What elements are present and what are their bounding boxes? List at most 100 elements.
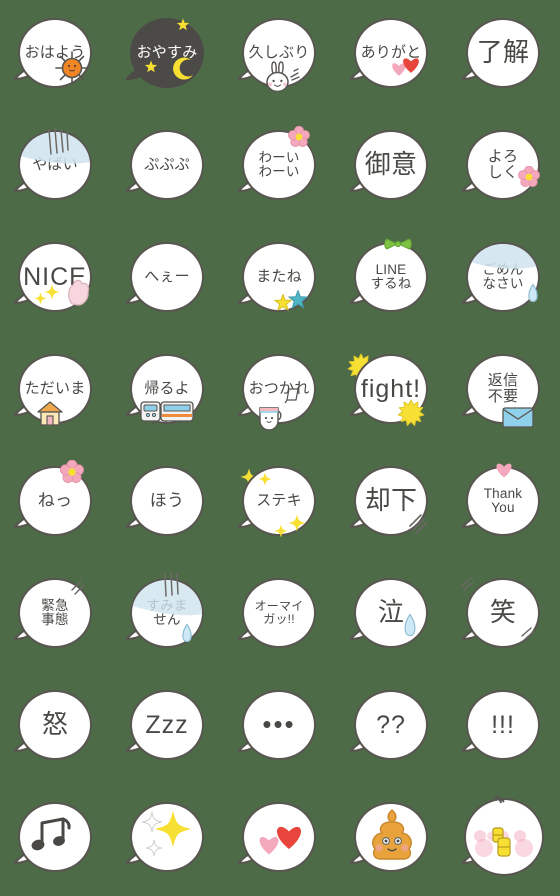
sticker-cell-tadaima[interactable]: ただいま bbox=[0, 336, 112, 448]
sticker-question[interactable]: ?? bbox=[344, 680, 440, 776]
sticker-tadaima[interactable]: ただいま bbox=[8, 344, 104, 440]
sticker-cell-otsukare[interactable]: おつかれ bbox=[224, 336, 336, 448]
sticker-cell-warai[interactable]: 笑 bbox=[448, 560, 560, 672]
sticker-label: おやすみ bbox=[136, 44, 198, 62]
sticker-gyoi[interactable]: 御意 bbox=[344, 120, 440, 216]
sticker-cell-question[interactable]: ?? bbox=[336, 672, 448, 784]
sticker-oyasumi[interactable]: おやすみ bbox=[120, 8, 216, 104]
sticker-suteki[interactable]: ステキ bbox=[232, 456, 328, 552]
sticker-cell-music[interactable] bbox=[0, 784, 112, 896]
sticker-cell-pupupu[interactable]: ぷぷぷ bbox=[112, 112, 224, 224]
sticker-cell-ikari[interactable]: 怒 bbox=[0, 672, 112, 784]
sticker-exclaim[interactable]: !!! bbox=[456, 680, 552, 776]
sticker-cell-ohmygah[interactable]: オーマイ ガッ!! bbox=[224, 560, 336, 672]
sticker-cell-suteki[interactable]: ステキ bbox=[224, 448, 336, 560]
sticker-cell-oyasumi[interactable]: おやすみ bbox=[112, 0, 224, 112]
sticker-yoroshiku[interactable]: よろ しく bbox=[456, 120, 552, 216]
sticker-arigato[interactable]: ありがと bbox=[344, 8, 440, 104]
sticker-cell-yoroshiku[interactable]: よろ しく bbox=[448, 112, 560, 224]
sticker-cell-nice[interactable]: NICE bbox=[0, 224, 112, 336]
sticker-hee[interactable]: へぇー bbox=[120, 232, 216, 328]
sticker-cell-line-suru[interactable]: LINE するね bbox=[336, 224, 448, 336]
sticker-pupupu[interactable]: ぷぷぷ bbox=[120, 120, 216, 216]
speech-bubble: 帰るよ bbox=[130, 354, 204, 424]
sticker-cell-ne[interactable]: ねっ bbox=[0, 448, 112, 560]
sticker-cell-gomennasai[interactable]: ごめん なさい bbox=[448, 224, 560, 336]
sticker-cell-hee[interactable]: へぇー bbox=[112, 224, 224, 336]
sticker-cell-poop[interactable] bbox=[336, 784, 448, 896]
speech-bubble: !!! bbox=[466, 690, 540, 760]
speech-bubble: 了解 bbox=[466, 18, 540, 88]
sticker-cell-kinkyu[interactable]: 緊急 事態 bbox=[0, 560, 112, 672]
sticker-cell-hearts[interactable] bbox=[224, 784, 336, 896]
sticker-ohayou[interactable]: おはよう bbox=[8, 8, 104, 104]
sticker-ryoukai[interactable]: 了解 bbox=[456, 8, 552, 104]
sticker-thankyou[interactable]: Thank You bbox=[456, 456, 552, 552]
sticker-cell-ryoukai[interactable]: 了解 bbox=[448, 0, 560, 112]
sticker-kyakka[interactable]: 却下 bbox=[344, 456, 440, 552]
sticker-poop[interactable] bbox=[344, 792, 440, 888]
sticker-hisashiburi[interactable]: 久しぶり bbox=[232, 8, 328, 104]
sticker-label: ねっ bbox=[37, 490, 73, 510]
sticker-fight[interactable]: fight! bbox=[344, 344, 440, 440]
sticker-chick[interactable] bbox=[456, 792, 552, 888]
sticker-nice[interactable]: NICE bbox=[8, 232, 104, 328]
sticker-cell-ohayou[interactable]: おはよう bbox=[0, 0, 112, 112]
sticker-cell-waai[interactable]: わーい わーい bbox=[224, 112, 336, 224]
hatch-lines-icon bbox=[70, 578, 88, 603]
sticker-cell-thankyou[interactable]: Thank You bbox=[448, 448, 560, 560]
sticker-otsukare[interactable]: おつかれ bbox=[232, 344, 328, 440]
sticker-waai[interactable]: わーい わーい bbox=[232, 120, 328, 216]
sticker-cell-arigato[interactable]: ありがと bbox=[336, 0, 448, 112]
sticker-cell-dots[interactable]: ••• bbox=[224, 672, 336, 784]
sticker-cell-hisashiburi[interactable]: 久しぶり bbox=[224, 0, 336, 112]
sticker-hou[interactable]: ほう bbox=[120, 456, 216, 552]
sticker-label: 御意 bbox=[364, 149, 418, 180]
speech-bubble: よろ しく bbox=[466, 130, 540, 200]
sticker-line-suru[interactable]: LINE するね bbox=[344, 232, 440, 328]
sticker-sparkle[interactable] bbox=[120, 792, 216, 888]
sticker-hearts[interactable] bbox=[232, 792, 328, 888]
sticker-yabai[interactable]: やばい bbox=[8, 120, 104, 216]
sticker-cell-sumimasen[interactable]: すみま せん bbox=[112, 560, 224, 672]
sticker-cell-chick[interactable] bbox=[448, 784, 560, 896]
sticker-music[interactable] bbox=[8, 792, 104, 888]
sticker-label: ありがと bbox=[360, 44, 422, 62]
sticker-cell-gyoi[interactable]: 御意 bbox=[336, 112, 448, 224]
speech-bubble: おはよう bbox=[18, 18, 92, 88]
speech-bubble bbox=[242, 802, 316, 872]
sticker-naki[interactable]: 泣 bbox=[344, 568, 440, 664]
sticker-cell-hou[interactable]: ほう bbox=[112, 448, 224, 560]
hatch-lines-icon bbox=[408, 512, 428, 539]
sticker-zzz[interactable]: Zzz bbox=[120, 680, 216, 776]
sticker-ne[interactable]: ねっ bbox=[8, 456, 104, 552]
sticker-kinkyu[interactable]: 緊急 事態 bbox=[8, 568, 104, 664]
sticker-cell-kyakka[interactable]: 却下 bbox=[336, 448, 448, 560]
sticker-cell-matane[interactable]: またね bbox=[224, 224, 336, 336]
speech-bubble: ステキ bbox=[242, 466, 316, 536]
sticker-cell-kaeruyo[interactable]: 帰るよ bbox=[112, 336, 224, 448]
sticker-label: おはよう bbox=[24, 44, 86, 62]
sticker-cell-zzz[interactable]: Zzz bbox=[112, 672, 224, 784]
sticker-cell-sparkle[interactable] bbox=[112, 784, 224, 896]
sticker-henshin-fuyo[interactable]: 返信 不要 bbox=[456, 344, 552, 440]
sticker-label: 却下 bbox=[364, 485, 418, 516]
sticker-warai[interactable]: 笑 bbox=[456, 568, 552, 664]
sticker-kaeruyo[interactable]: 帰るよ bbox=[120, 344, 216, 440]
sticker-cell-henshin-fuyo[interactable]: 返信 不要 bbox=[448, 336, 560, 448]
sticker-cell-naki[interactable]: 泣 bbox=[336, 560, 448, 672]
sticker-label: LINE するね bbox=[370, 261, 412, 291]
sticker-label: おつかれ bbox=[248, 380, 310, 398]
sticker-matane[interactable]: またね bbox=[232, 232, 328, 328]
sticker-cell-yabai[interactable]: やばい bbox=[0, 112, 112, 224]
vertical-lines-icon bbox=[46, 128, 70, 163]
sticker-cell-exclaim[interactable]: !!! bbox=[448, 672, 560, 784]
sticker-cell-fight[interactable]: fight! bbox=[336, 336, 448, 448]
sticker-ikari[interactable]: 怒 bbox=[8, 680, 104, 776]
speech-bubble: ありがと bbox=[354, 18, 428, 88]
sticker-ohmygah[interactable]: オーマイ ガッ!! bbox=[232, 568, 328, 664]
sticker-sumimasen[interactable]: すみま せん bbox=[120, 568, 216, 664]
sticker-label: よろ しく bbox=[487, 148, 519, 181]
sticker-dots[interactable]: ••• bbox=[232, 680, 328, 776]
sticker-gomennasai[interactable]: ごめん なさい bbox=[456, 232, 552, 328]
